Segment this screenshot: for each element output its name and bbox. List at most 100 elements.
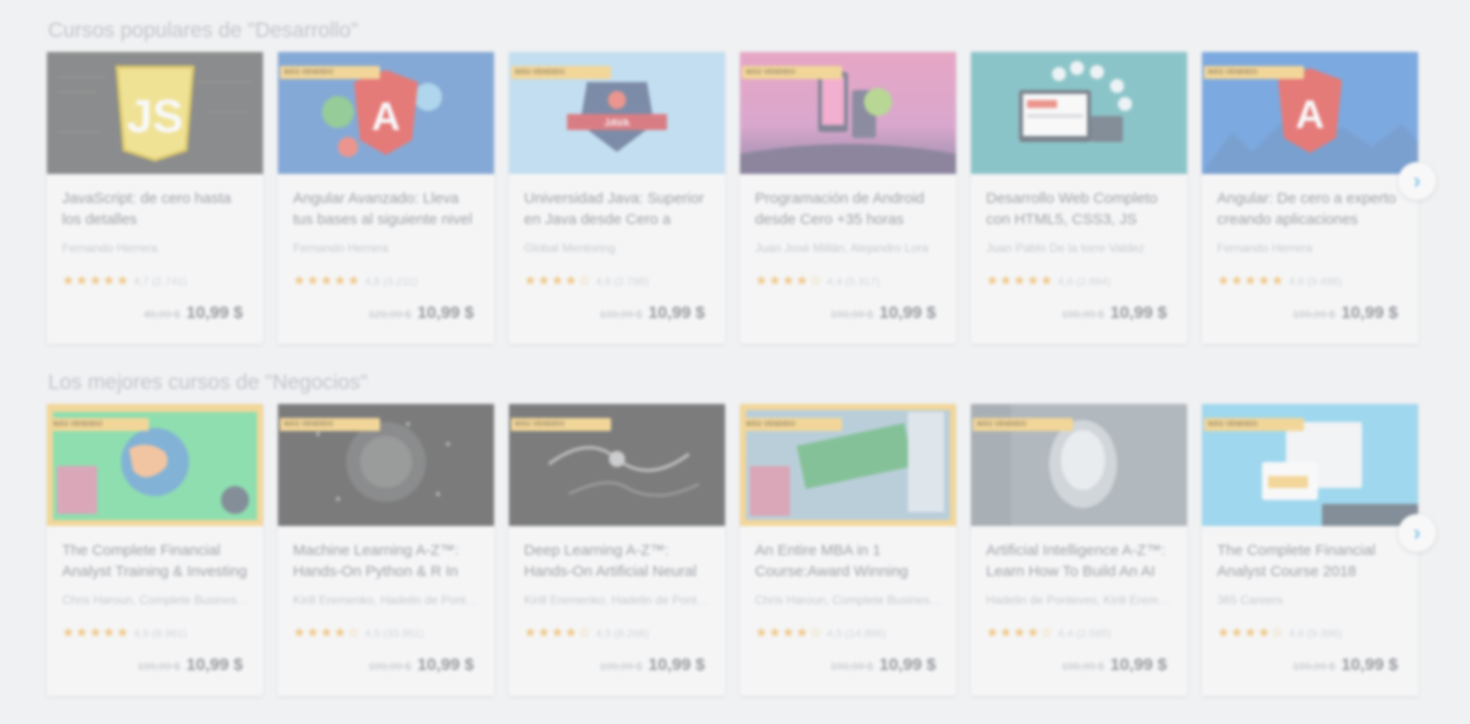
bestseller-badge: MÁS VENDIDO bbox=[511, 66, 611, 79]
course-author: Fernando Herrera bbox=[62, 241, 158, 255]
bestseller-badge: MÁS VENDIDO bbox=[1204, 66, 1304, 79]
course-title[interactable]: Programación de Android desde Cero +35 h… bbox=[755, 188, 943, 230]
star-icons: ★★★★★ bbox=[62, 624, 130, 640]
bestseller-badge: MÁS VENDIDO bbox=[742, 418, 842, 431]
course-price: 199,99 $ 10,99 $ bbox=[830, 303, 936, 323]
svg-text:A: A bbox=[1296, 93, 1325, 137]
course-author: Juan José Millán, Alejandro Lora bbox=[755, 241, 929, 255]
carousel-next-button[interactable]: › bbox=[1398, 514, 1436, 552]
course-rating: ★★★★★ 4,7 (2.741) bbox=[62, 272, 187, 289]
chevron-right-icon: › bbox=[1413, 168, 1421, 193]
rating-count: 4,6 (8.961) bbox=[133, 628, 187, 640]
discount-price: 10,99 $ bbox=[186, 303, 243, 322]
course-title[interactable]: Angular Avanzado: Lleva tus bases al sig… bbox=[293, 188, 481, 230]
course-card[interactable]: JAVA MÁS VENDIDO Universidad Java: Super… bbox=[509, 52, 725, 344]
svg-text:JS: JS bbox=[127, 90, 183, 142]
course-thumbnail: A MÁS VENDIDO bbox=[278, 52, 494, 174]
bestseller-badge: MÁS VENDIDO bbox=[742, 66, 842, 79]
course-title[interactable]: Universidad Java: Superior en Java desde… bbox=[524, 188, 712, 230]
course-title[interactable]: Deep Learning A-Z™: Hands-On Artificial … bbox=[524, 540, 712, 582]
course-rating: ★★★★☆ 4,6 (9.396) bbox=[1217, 624, 1342, 641]
course-card[interactable]: MÁS VENDIDO Machine Learning A-Z™: Hands… bbox=[278, 404, 494, 696]
star-icons: ★★★★☆ bbox=[755, 624, 823, 640]
discount-price: 10,99 $ bbox=[1110, 655, 1167, 674]
course-thumbnail: A MÁS VENDIDO bbox=[1202, 52, 1418, 174]
bestseller-badge: MÁS VENDIDO bbox=[280, 66, 380, 79]
rating-count: 4,5 (14.886) bbox=[826, 628, 887, 640]
carousel-next-button[interactable]: › bbox=[1398, 162, 1436, 200]
star-icons: ★★★★☆ bbox=[1217, 624, 1285, 640]
original-price: 199,99 $ bbox=[599, 661, 643, 673]
page: Cursos populares de "Desarrollo" JS Java… bbox=[0, 0, 1470, 724]
course-price: 199,99 $ 10,99 $ bbox=[830, 655, 936, 675]
rating-count: 4,5 (33.951) bbox=[364, 628, 425, 640]
section-title-business: Los mejores cursos de "Negocios" bbox=[48, 371, 368, 394]
course-thumbnail: JAVA MÁS VENDIDO bbox=[509, 52, 725, 174]
course-card[interactable]: MÁS VENDIDO Deep Learning A-Z™: Hands-On… bbox=[509, 404, 725, 696]
course-thumbnail: MÁS VENDIDO bbox=[1202, 404, 1418, 526]
course-card[interactable]: MÁS VENDIDO Artificial Intelligence A-Z™… bbox=[971, 404, 1187, 696]
star-icons: ★★★★☆ bbox=[524, 272, 592, 288]
course-card[interactable]: JS JavaScript: de cero hasta los detalle… bbox=[47, 52, 263, 344]
course-thumbnail: MÁS VENDIDO bbox=[47, 404, 263, 526]
bestseller-badge: MÁS VENDIDO bbox=[49, 418, 149, 431]
rating-count: 4,8 (9.498) bbox=[1288, 276, 1342, 288]
course-card[interactable]: Desarrollo Web Completo con HTML5, CSS3,… bbox=[971, 52, 1187, 344]
course-rating: ★★★★☆ 4,4 (2.565) bbox=[986, 624, 1111, 641]
course-author: Juan Pablo De la torre Valdez bbox=[986, 241, 1145, 255]
discount-price: 10,99 $ bbox=[648, 303, 705, 322]
original-price: 199,99 $ bbox=[1292, 661, 1336, 673]
rating-count: 4,4 (2.565) bbox=[1057, 628, 1111, 640]
course-author: Fernando Herrera bbox=[293, 241, 389, 255]
course-thumbnail: MÁS VENDIDO bbox=[971, 404, 1187, 526]
course-title[interactable]: The Complete Financial Analyst Training … bbox=[62, 540, 250, 582]
course-card[interactable]: MÁS VENDIDO The Complete Financial Analy… bbox=[1202, 404, 1418, 696]
rating-count: 4,7 (2.741) bbox=[133, 276, 187, 288]
rating-count: 4,8 (3.211) bbox=[364, 276, 418, 288]
rating-count: 4,6 (2.864) bbox=[1057, 276, 1111, 288]
original-price: 139,99 $ bbox=[599, 309, 643, 321]
discount-price: 10,99 $ bbox=[879, 655, 936, 674]
original-price: 129,99 $ bbox=[368, 309, 412, 321]
course-price: 199,99 $ 10,99 $ bbox=[137, 655, 243, 675]
course-author: Chris Haroun, Complete Business School bbox=[62, 593, 250, 607]
svg-text:JAVA: JAVA bbox=[604, 118, 629, 129]
course-thumbnail: JS bbox=[47, 52, 263, 174]
course-price: 199,99 $ 10,99 $ bbox=[368, 655, 474, 675]
course-price: 199,99 $ 10,99 $ bbox=[1061, 303, 1167, 323]
course-title[interactable]: Artificial Intelligence A-Z™: Learn How … bbox=[986, 540, 1174, 582]
discount-price: 10,99 $ bbox=[879, 303, 936, 322]
course-title[interactable]: An Entire MBA in 1 Course:Award Winning … bbox=[755, 540, 943, 582]
star-icons: ★★★★☆ bbox=[293, 624, 361, 640]
course-card[interactable]: MÁS VENDIDO Programación de Android desd… bbox=[740, 52, 956, 344]
course-rating: ★★★★★ 4,8 (9.498) bbox=[1217, 272, 1342, 289]
course-thumbnail: MÁS VENDIDO bbox=[509, 404, 725, 526]
course-rating: ★★★★☆ 4,5 (14.886) bbox=[755, 624, 886, 641]
course-card[interactable]: A MÁS VENDIDO Angular Avanzado: Lleva tu… bbox=[278, 52, 494, 344]
original-price: 199,99 $ bbox=[1061, 661, 1105, 673]
course-card[interactable]: A MÁS VENDIDO Angular: De cero a experto… bbox=[1202, 52, 1418, 344]
course-title[interactable]: Machine Learning A-Z™: Hands-On Python &… bbox=[293, 540, 481, 582]
discount-price: 10,99 $ bbox=[648, 655, 705, 674]
bestseller-badge: MÁS VENDIDO bbox=[511, 418, 611, 431]
course-title[interactable]: Desarrollo Web Completo con HTML5, CSS3,… bbox=[986, 188, 1174, 230]
original-price: 199,99 $ bbox=[137, 661, 181, 673]
course-rating: ★★★★☆ 4,4 (5.317) bbox=[755, 272, 880, 289]
rating-count: 4,6 (2.788) bbox=[595, 276, 649, 288]
course-carousel-development: JS JavaScript: de cero hasta los detalle… bbox=[47, 52, 1419, 347]
bestseller-badge: MÁS VENDIDO bbox=[1204, 418, 1304, 431]
course-author: Fernando Herrera bbox=[1217, 241, 1313, 255]
discount-price: 10,99 $ bbox=[417, 655, 474, 674]
course-title[interactable]: JavaScript: de cero hasta los detalles bbox=[62, 188, 250, 230]
course-author: 365 Careers bbox=[1217, 593, 1284, 607]
course-title[interactable]: Angular: De cero a experto creando aplic… bbox=[1217, 188, 1405, 230]
rating-count: 4,4 (5.317) bbox=[826, 276, 880, 288]
rating-count: 4,5 (8.266) bbox=[595, 628, 649, 640]
bestseller-badge: MÁS VENDIDO bbox=[280, 418, 380, 431]
course-card[interactable]: MÁS VENDIDO The Complete Financial Analy… bbox=[47, 404, 263, 696]
discount-price: 10,99 $ bbox=[417, 303, 474, 322]
course-title[interactable]: The Complete Financial Analyst Course 20… bbox=[1217, 540, 1405, 582]
course-card[interactable]: MÁS VENDIDO An Entire MBA in 1 Course:Aw… bbox=[740, 404, 956, 696]
svg-text:A: A bbox=[372, 95, 401, 139]
original-price: 199,99 $ bbox=[1061, 309, 1105, 321]
